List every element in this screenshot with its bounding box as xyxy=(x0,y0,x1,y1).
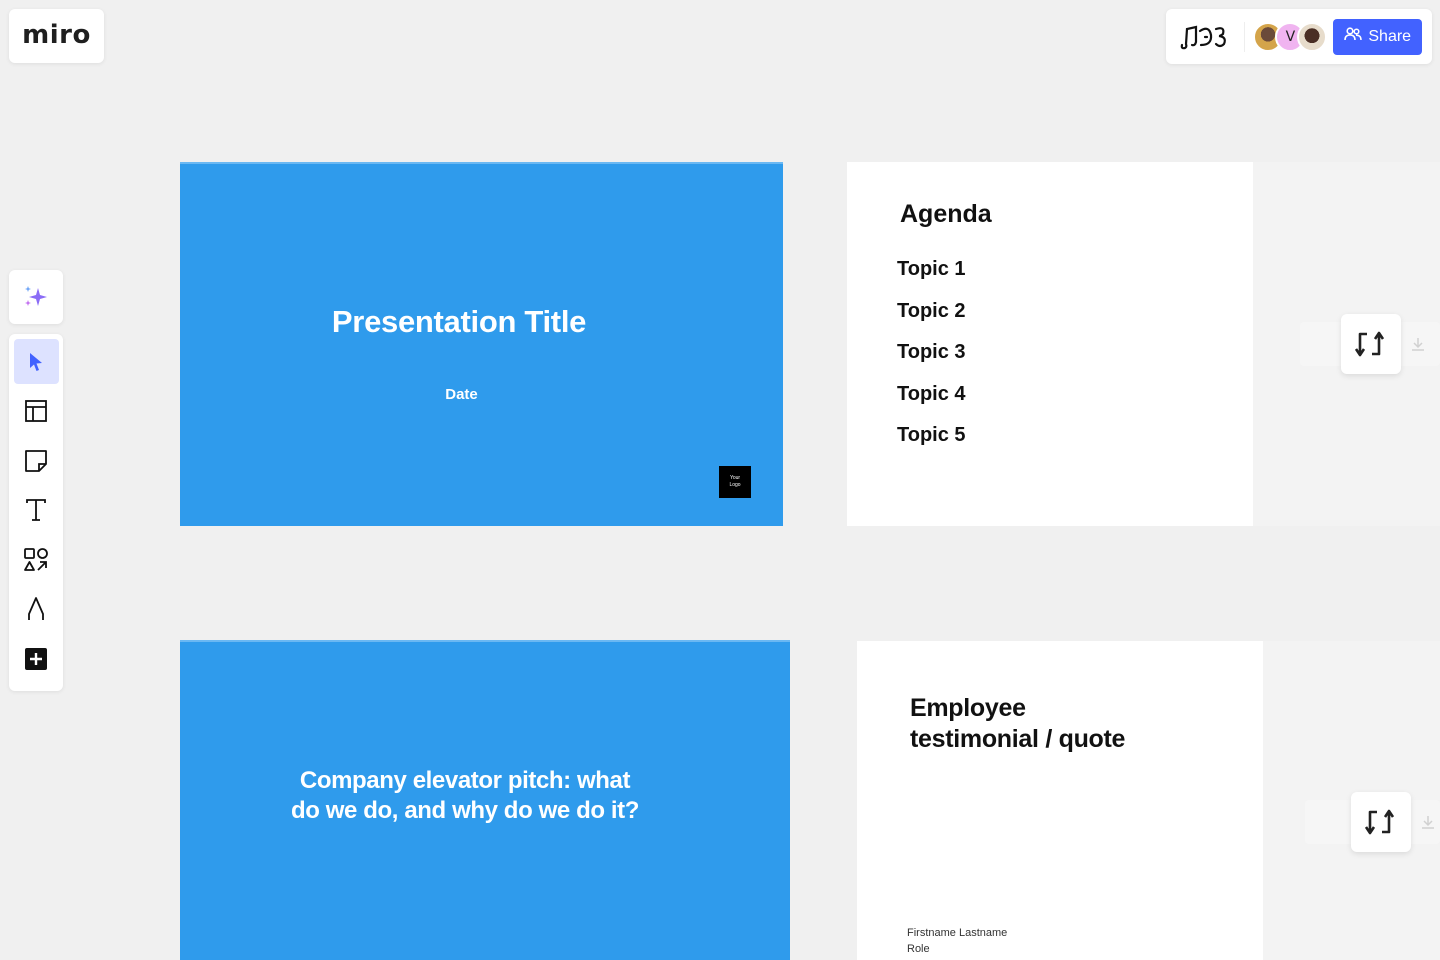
collaboration-bar: V Share xyxy=(1166,9,1432,64)
agenda-topic: Topic 1 xyxy=(897,258,966,280)
download-icon[interactable] xyxy=(1410,336,1426,352)
divider xyxy=(1244,21,1246,52)
slide-title[interactable]: Presentation Title Date Your Logo xyxy=(180,162,783,526)
agenda-topic: Topic 4 xyxy=(897,382,966,405)
tool-sticky-note[interactable] xyxy=(14,438,59,483)
left-toolbar xyxy=(9,334,63,691)
tool-select[interactable] xyxy=(13,339,59,384)
text-icon xyxy=(26,499,46,521)
share-label: Share xyxy=(1368,27,1412,45)
cursor-icon xyxy=(30,352,42,371)
testimonial-name: Firstname Lastname xyxy=(907,927,1008,939)
tool-pen[interactable] xyxy=(14,587,59,632)
collaborator-avatars: V xyxy=(1253,21,1328,52)
testimonial-title-line1: Employee xyxy=(910,694,1026,722)
tool-text[interactable] xyxy=(14,488,59,533)
slide-agenda[interactable]: Agenda Topic 1 Topic 2 Topic 3 Topic 4 T… xyxy=(847,162,1253,526)
logo-text: miro xyxy=(22,19,91,50)
share-button[interactable]: Share xyxy=(1333,18,1422,55)
sparkle-icon xyxy=(25,286,47,306)
presentation-title: Presentation Title xyxy=(331,304,587,339)
agenda-topic: Topic 5 xyxy=(897,424,966,446)
agenda-title: Agenda xyxy=(900,200,992,228)
pitch-text: Company elevator pitch: what do we do, a… xyxy=(291,767,639,824)
plus-icon xyxy=(25,647,47,670)
swap-slides-button[interactable] xyxy=(1341,314,1401,374)
slide-pitch[interactable]: Company elevator pitch: what do we do, a… xyxy=(180,640,790,960)
agenda-topic: Topic 2 xyxy=(897,299,966,322)
pen-icon xyxy=(28,597,44,620)
board-doodle-icon[interactable] xyxy=(1178,22,1232,52)
miro-logo[interactable]: miro xyxy=(9,9,104,63)
testimonial-attribution: Firstname Lastname Role xyxy=(907,925,1007,957)
logo-line1: Your xyxy=(729,475,741,481)
agenda-topic: Topic 3 xyxy=(897,341,966,363)
logo-placeholder: Your Logo xyxy=(719,466,751,498)
users-icon xyxy=(1344,27,1363,46)
testimonial-title: Employee testimonial / quote xyxy=(910,693,1125,755)
tool-shapes[interactable] xyxy=(14,537,59,582)
sticky-note-icon xyxy=(25,449,47,472)
swap-slides-button[interactable] xyxy=(1351,792,1411,852)
download-icon[interactable] xyxy=(1420,814,1436,830)
testimonial-title-line2: testimonial / quote xyxy=(910,725,1126,753)
logo-line2: Logo xyxy=(729,482,741,488)
testimonial-role: Role xyxy=(907,943,930,955)
tool-templates[interactable] xyxy=(14,389,59,434)
swap-arrows-icon xyxy=(1364,809,1395,835)
avatar[interactable] xyxy=(1297,21,1328,52)
tool-more[interactable] xyxy=(14,636,59,681)
agenda-list: Topic 1 Topic 2 Topic 3 Topic 4 Topic 5 xyxy=(897,258,966,466)
ai-assistant-button[interactable] xyxy=(9,270,63,324)
layout-icon xyxy=(25,400,47,422)
slide-testimonial[interactable]: Employee testimonial / quote Firstname L… xyxy=(857,641,1263,960)
swap-arrows-icon xyxy=(1354,331,1385,357)
presentation-date: Date xyxy=(445,386,478,403)
shapes-icon xyxy=(24,547,48,571)
